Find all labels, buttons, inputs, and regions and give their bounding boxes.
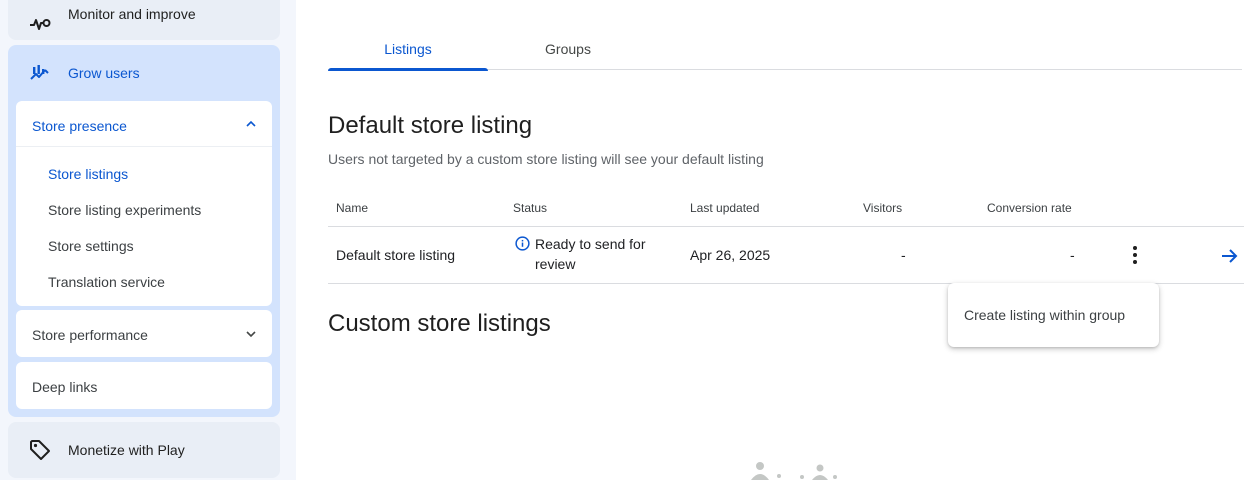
cell-status-line1: Ready to send for (535, 236, 646, 252)
nav-grow-users-group: Grow users Store presence Store listings… (8, 45, 280, 417)
column-header-last-updated: Last updated (690, 201, 760, 215)
sidebar-item-store-listing-experiments[interactable]: Store listing experiments (48, 202, 201, 218)
vitals-icon (28, 12, 52, 36)
tab-listings-label: Listings (384, 41, 432, 57)
cell-visitors: - (901, 247, 906, 263)
sidebar: Monitor and improve Grow users Store pre… (0, 0, 296, 480)
column-header-visitors: Visitors (863, 201, 903, 215)
table-row[interactable]: Default store listing Ready to send for … (328, 227, 1244, 284)
default-listing-description: Users not targeted by a custom store lis… (328, 151, 764, 167)
sidebar-item-translation-service[interactable]: Translation service (48, 274, 165, 290)
chevron-up-icon (244, 117, 258, 131)
nav-monetize-with-play[interactable]: Monetize with Play (8, 422, 280, 478)
cell-status-line2: review (535, 256, 576, 272)
sidebar-item-store-settings[interactable]: Store settings (48, 238, 134, 254)
cell-last-updated: Apr 26, 2025 (690, 247, 771, 263)
chevron-down-icon (244, 327, 258, 341)
column-header-status: Status (513, 201, 548, 215)
more-vert-icon[interactable] (1125, 244, 1145, 266)
sidebar-item-store-listings[interactable]: Store listings (48, 166, 128, 182)
deep-links-label: Deep links (32, 379, 98, 395)
arrow-forward-icon[interactable] (1220, 246, 1240, 266)
cell-name: Default store listing (336, 247, 456, 263)
nav-monetize-label: Monetize with Play (68, 442, 185, 458)
store-performance-card[interactable]: Store performance (16, 310, 272, 357)
tab-groups-label: Groups (545, 41, 591, 57)
info-icon (515, 236, 530, 251)
nav-grow-users-label[interactable]: Grow users (68, 65, 140, 81)
column-header-conversion-rate: Conversion rate (987, 201, 1072, 215)
row-overflow-menu: Create listing within group (948, 283, 1159, 347)
tab-groups[interactable]: Groups (488, 30, 648, 70)
tab-active-indicator (328, 68, 488, 71)
cell-conversion-rate: - (1070, 247, 1075, 263)
nav-monitor-and-improve[interactable]: Monitor and improve (8, 0, 280, 40)
custom-listings-heading: Custom store listings (328, 310, 551, 337)
store-performance-label: Store performance (32, 327, 148, 343)
store-presence-label: Store presence (32, 118, 127, 134)
store-presence-header[interactable]: Store presence (16, 101, 272, 147)
table-header-row: Name Status Last updated Visitors Conver… (328, 190, 1244, 227)
deep-links-card[interactable]: Deep links (16, 362, 272, 409)
empty-state-illustration (745, 458, 845, 480)
tab-listings[interactable]: Listings (328, 30, 488, 71)
store-presence-card: Store presence Store listings Store list… (16, 101, 272, 306)
grow-users-icon[interactable] (28, 61, 52, 85)
tag-icon (28, 438, 52, 462)
nav-monitor-label: Monitor and improve (68, 6, 196, 22)
column-header-name: Name (336, 201, 369, 215)
menu-item-create-listing-within-group[interactable]: Create listing within group (964, 307, 1125, 323)
default-listing-heading: Default store listing (328, 112, 533, 139)
listing-tabs: Listings Groups (328, 30, 1242, 71)
